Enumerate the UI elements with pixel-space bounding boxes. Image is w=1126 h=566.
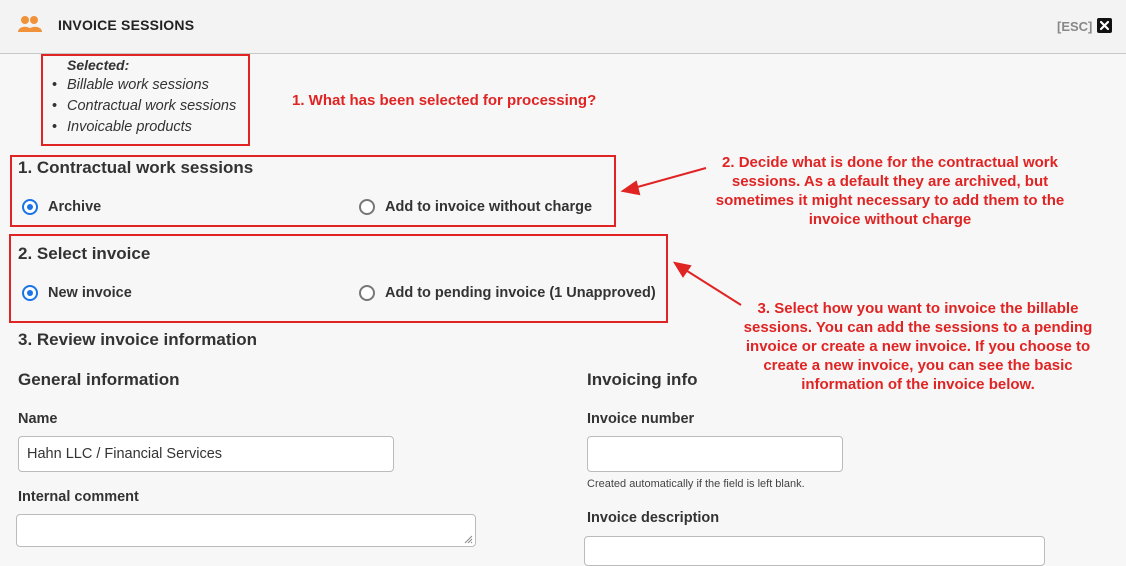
annotation-arrows xyxy=(620,167,742,306)
arrow-invoice-select xyxy=(672,261,742,306)
arrow-contractual xyxy=(620,167,707,196)
